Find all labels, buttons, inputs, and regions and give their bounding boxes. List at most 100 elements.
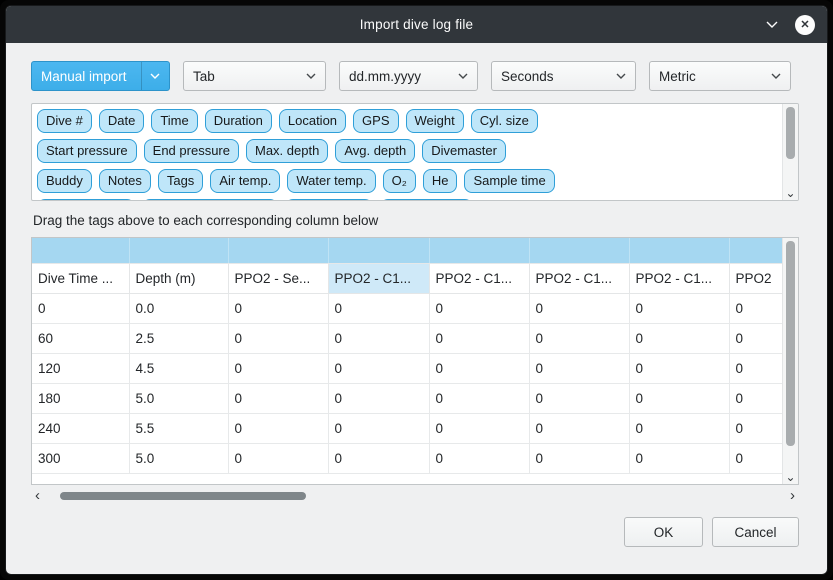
table-clip: Dive Time ...Depth (m)PPO2 - Se...PPO2 -… (32, 238, 783, 484)
column-header: PPO2 - C1... (429, 263, 529, 293)
table-cell: 300 (32, 443, 129, 473)
import-table: Dive Time ...Depth (m)PPO2 - Se...PPO2 -… (32, 238, 783, 474)
table-cell: 180 (32, 383, 129, 413)
table-cell: 0 (729, 413, 783, 443)
field-tag[interactable]: Sample time (464, 169, 554, 193)
scrollbar-thumb[interactable] (786, 107, 795, 159)
field-tag[interactable]: Buddy (37, 169, 92, 193)
column-drop-target[interactable] (328, 238, 429, 263)
tag-pool-vertical-scrollbar[interactable]: ⌄ (782, 104, 798, 200)
field-tag[interactable]: Sample depth (37, 199, 135, 201)
column-drop-target[interactable] (529, 238, 629, 263)
scroll-right-arrow-icon[interactable]: › (786, 489, 799, 503)
table-cell: 0 (729, 323, 783, 353)
field-tag[interactable]: He (423, 169, 458, 193)
column-drop-target[interactable] (429, 238, 529, 263)
field-tag[interactable]: Divemaster (422, 139, 506, 163)
field-tag[interactable]: Time (151, 109, 197, 133)
scrollbar-thumb[interactable] (786, 241, 795, 446)
table-row: 602.5000000 (32, 323, 783, 353)
window-title: Import dive log file (6, 17, 827, 32)
table-cell: 0 (529, 383, 629, 413)
column-drop-target[interactable] (228, 238, 328, 263)
table-cell: 0 (729, 383, 783, 413)
field-tag[interactable]: GPS (353, 109, 398, 133)
table-cell: 240 (32, 413, 129, 443)
field-tag[interactable]: Water temp. (287, 169, 375, 193)
table-cell: 4.5 (129, 353, 228, 383)
column-header: PPO2 - C1... (629, 263, 729, 293)
shade-button[interactable] (763, 16, 781, 34)
field-tag[interactable]: Duration (205, 109, 272, 133)
table-cell: 0 (228, 383, 328, 413)
table-cell: 0 (328, 323, 429, 353)
close-button[interactable]: ✕ (795, 15, 815, 35)
tag-row: Buddy Notes Tags Air temp. Water temp. O₂ HeSa… (37, 169, 778, 193)
table-cell: 0 (429, 383, 529, 413)
table-cell: 0 (228, 443, 328, 473)
field-tag[interactable]: Max. depth (246, 139, 328, 163)
dropdown-arrow-icon (616, 73, 626, 79)
field-tag[interactable]: Tags (158, 169, 203, 193)
table-cell: 0.0 (129, 293, 228, 323)
table-cell: 0 (629, 353, 729, 383)
field-tag[interactable]: Location (279, 109, 346, 133)
field-tag[interactable]: Cyl. size (471, 109, 538, 133)
dropdown-arrow-icon (771, 73, 781, 79)
table-horizontal-scrollbar[interactable]: ‹ › (31, 488, 799, 504)
field-tag[interactable]: Notes (99, 169, 151, 193)
table-cell: 0 (529, 353, 629, 383)
tag-row: Sample depth Sample temperature Sample pO₂… (37, 199, 778, 201)
field-tag[interactable]: Sample temperature (142, 199, 278, 201)
import-options-row: Manual import Tab dd.mm.yyyy (31, 61, 799, 91)
field-tag[interactable]: Start pressure (37, 139, 137, 163)
column-drop-target[interactable] (129, 238, 228, 263)
scroll-left-arrow-icon[interactable]: ‹ (31, 489, 44, 503)
tag-row: Start pressure End pressure Max. depth Avg.… (37, 139, 778, 163)
column-drop-target[interactable] (729, 238, 783, 263)
column-drop-target[interactable] (629, 238, 729, 263)
table-cell: 5.5 (129, 413, 228, 443)
column-drop-target[interactable] (32, 238, 129, 263)
table-cell: 0 (328, 443, 429, 473)
dropdown-arrow-icon (141, 62, 160, 90)
scroll-down-arrow-icon[interactable]: ⌄ (783, 185, 798, 200)
dropdown-arrow-icon (458, 73, 468, 79)
field-tag[interactable]: Dive # (37, 109, 92, 133)
scrollbar-thumb[interactable] (60, 492, 306, 500)
column-header: PPO2 - Se... (228, 263, 328, 293)
table-cell: 0 (629, 413, 729, 443)
duration-format-combobox[interactable]: Seconds (491, 61, 636, 91)
field-tag[interactable]: Sample pO₂ (285, 199, 373, 201)
table-cell: 0 (529, 323, 629, 353)
column-header: PPO2 (729, 263, 783, 293)
cancel-button[interactable]: Cancel (712, 517, 799, 547)
date-format-combobox[interactable]: dd.mm.yyyy (339, 61, 478, 91)
field-tag[interactable]: Weight (406, 109, 464, 133)
ok-button[interactable]: OK (624, 517, 703, 547)
scrollbar-track[interactable] (44, 488, 786, 504)
separator-combobox[interactable]: Tab (183, 61, 326, 91)
table-cell: 0 (429, 353, 529, 383)
table-vertical-scrollbar[interactable]: ⌄ (782, 238, 798, 484)
units-combobox[interactable]: Metric (649, 61, 791, 91)
import-table-area: Dive Time ...Depth (m)PPO2 - Se...PPO2 -… (31, 237, 799, 485)
field-tag[interactable]: Air temp. (210, 169, 280, 193)
field-tag[interactable]: Sample CNS (380, 199, 473, 201)
table-row: 2405.5000000 (32, 413, 783, 443)
table-cell: 5.0 (129, 443, 228, 473)
table-cell: 0 (729, 443, 783, 473)
field-tag[interactable]: Date (99, 109, 144, 133)
import-dialog: Import dive log file ✕ Manual import (5, 5, 828, 575)
field-tag[interactable]: O₂ (383, 169, 416, 193)
titlebar[interactable]: Import dive log file ✕ (6, 6, 827, 43)
field-tag[interactable]: End pressure (144, 139, 239, 163)
table-cell: 5.0 (129, 383, 228, 413)
table-cell: 0 (429, 323, 529, 353)
field-tag[interactable]: Avg. depth (335, 139, 415, 163)
table-cell: 0 (429, 413, 529, 443)
table-cell: 0 (328, 413, 429, 443)
combobox-value: Tab (193, 69, 298, 84)
scroll-down-arrow-icon[interactable]: ⌄ (783, 469, 798, 484)
import-mode-combobox[interactable]: Manual import (31, 61, 170, 91)
